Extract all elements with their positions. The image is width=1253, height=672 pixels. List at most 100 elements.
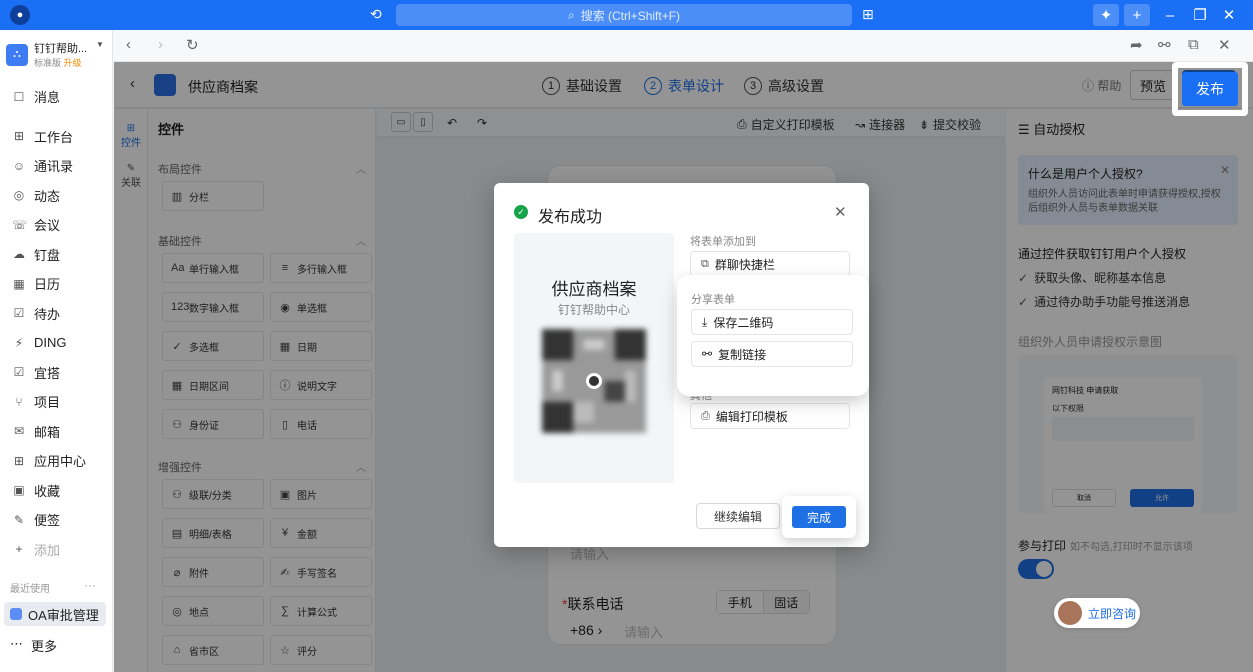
org-avatar: ⛬	[6, 43, 28, 66]
sidebar-item[interactable]: ✉ 邮箱	[0, 417, 113, 447]
qr-card: 供应商档案 钉钉帮助中心	[514, 233, 674, 483]
qr-form-name: 供应商档案	[551, 280, 637, 299]
shortcut-icon: ⧉	[701, 257, 709, 270]
sidebar-item-label: DING	[34, 335, 67, 351]
close-window-icon[interactable]: ✕	[1216, 4, 1242, 26]
sidebar-item[interactable]: ⊞ 应用中心	[0, 446, 113, 476]
favorite-icon: ▣	[13, 483, 25, 498]
more-label: 更多	[31, 639, 58, 654]
ellipsis-icon: ⋯	[10, 636, 23, 651]
minimize-icon[interactable]: –	[1157, 4, 1183, 26]
download-icon: ⤓	[702, 314, 708, 329]
agent-avatar	[1058, 601, 1082, 625]
oa-app-icon	[10, 608, 22, 620]
qr-org-name: 钉钉帮助中心	[557, 303, 630, 317]
consult-button[interactable]: 立即咨询	[1054, 598, 1140, 628]
done-highlight: 完成	[782, 496, 856, 538]
org-name: 钉钉帮助...	[34, 43, 88, 55]
grid-icon: ⊞	[13, 129, 25, 144]
edit-print-template-button[interactable]: ⎙ 编辑打印模板	[690, 403, 850, 429]
sidebar-item-label: 动态	[34, 188, 61, 204]
sidebar-item[interactable]: ☑ 待办	[0, 299, 113, 329]
dingtalk-logo-icon: ●	[10, 5, 30, 25]
sidebar-nav: ☐ 消息 ⊞ 工作台 ☺ 通讯录 ◎ 动态 ☏ 会议 ☁ 钉盘 ▦ 日历 ☑ 待办 ⚡ DING ☑ 宜搭 ⑂ 项目 ✉ 邮箱…	[0, 82, 113, 564]
done-button[interactable]: 完成	[792, 506, 846, 528]
caret-down-icon: ▼	[96, 40, 104, 49]
sidebar-item-label: 应用中心	[34, 454, 87, 470]
browser-toolbar: ‹ › ↻ ➦ ⚯ ⧉ ✕	[114, 30, 1253, 62]
share-form-section: 分享表单 ⤓ 保存二维码 ⚯ 复制链接	[679, 277, 867, 394]
org-edition: 标准版	[34, 58, 62, 68]
dialog-title: 发布成功	[538, 209, 603, 226]
save-qr-button[interactable]: ⤓ 保存二维码	[691, 309, 853, 335]
sidebar-item-label: 消息	[34, 90, 61, 106]
sidebar-item-label: 日历	[34, 277, 61, 293]
close-icon[interactable]: ✕	[834, 203, 847, 221]
link-icon[interactable]: ⚯	[1158, 36, 1171, 54]
sidebar-item-label: 邮箱	[34, 424, 61, 440]
forward-arrow-icon[interactable]: ›	[158, 36, 163, 53]
recent-app-oa[interactable]: OA审批管理	[4, 602, 106, 626]
share-label: 分享表单	[691, 294, 735, 306]
sidebar-item-label: 添加	[34, 542, 61, 558]
more-button[interactable]: ⋯ 更多	[10, 636, 57, 655]
magic-icon[interactable]: ✦	[1093, 4, 1119, 26]
refresh-icon[interactable]: ↻	[186, 36, 199, 54]
sidebar-item[interactable]: ⊞ 工作台	[0, 122, 113, 152]
sidebar-item-label: 收藏	[34, 483, 61, 499]
history-icon[interactable]: ⟲	[370, 6, 382, 23]
qr-logo	[586, 373, 602, 389]
copy-link-button[interactable]: ⚯ 复制链接	[691, 341, 853, 367]
global-search-input[interactable]: ⌕ 搜索 (Ctrl+Shift+F)	[396, 4, 852, 26]
continue-edit-button[interactable]: 继续编辑	[696, 503, 780, 529]
sidebar-item[interactable]: + 添加	[0, 535, 113, 565]
add-to-label: 将表单添加到	[690, 236, 756, 248]
sidebar-item-label: 项目	[34, 395, 61, 411]
new-window-icon[interactable]: ⧉	[1188, 36, 1199, 53]
sidebar-item[interactable]: ◎ 动态	[0, 181, 113, 211]
sidebar-item-label: 钉盘	[34, 247, 61, 263]
close-tab-icon[interactable]: ✕	[1218, 36, 1231, 54]
feed-icon: ◎	[13, 188, 25, 203]
sidebar-item[interactable]: ☐ 消息	[0, 82, 113, 112]
sidebar-item-label: 宜搭	[34, 365, 61, 381]
restore-icon[interactable]: ❐	[1187, 4, 1213, 26]
sidebar-item[interactable]: ▦ 日历	[0, 269, 113, 299]
drive-icon: ☁	[13, 247, 25, 262]
sidebar-item[interactable]: ☏ 会议	[0, 210, 113, 240]
apps-icon: ⊞	[13, 453, 25, 468]
sidebar-item[interactable]: ☑ 宜搭	[0, 358, 113, 388]
sidebar-item[interactable]: ▣ 收藏	[0, 476, 113, 506]
share-icon[interactable]: ➦	[1130, 36, 1143, 54]
more-dots-icon[interactable]: ···	[84, 578, 96, 592]
sidebar-item[interactable]: ✎ 便签	[0, 505, 113, 535]
calendar-icon: ▦	[13, 276, 25, 291]
note-icon: ✎	[13, 512, 25, 527]
sidebar-item-label: 工作台	[34, 129, 74, 145]
group-shortcut-button[interactable]: ⧉ 群聊快捷栏	[690, 251, 850, 277]
sidebar-item[interactable]: ⚡ DING	[0, 328, 113, 358]
recent-app-label: OA审批管理	[28, 607, 99, 623]
upgrade-link[interactable]: 升级	[64, 58, 82, 68]
yida-icon: ☑	[13, 365, 25, 380]
title-bar: ● ⟲ ⌕ 搜索 (Ctrl+Shift+F) ⊞ ✦ + – ❐ ✕	[0, 0, 1253, 30]
link-icon: ⚯	[702, 347, 713, 361]
sidebar-item-label: 会议	[34, 218, 61, 234]
sidebar-item[interactable]: ☁ 钉盘	[0, 240, 113, 270]
project-icon: ⑂	[15, 394, 23, 409]
search-icon: ⌕	[567, 7, 575, 22]
back-arrow-icon[interactable]: ‹	[126, 36, 131, 53]
search-placeholder: 搜索 (Ctrl+Shift+F)	[580, 8, 681, 23]
publish-button[interactable]: 发布	[1182, 72, 1238, 106]
success-check-icon: ✓	[514, 205, 528, 219]
message-icon: ☐	[13, 89, 25, 104]
sidebar-item[interactable]: ⑂ 项目	[0, 387, 113, 417]
sidebar-item-label: 通讯录	[34, 159, 74, 175]
sidebar-item-label: 便签	[34, 513, 61, 529]
sidebar-item[interactable]: ☺ 通讯录	[0, 151, 113, 181]
main-sidebar: ⛬ 钉钉帮助... 标准版 升级 ▼ ☐ 消息 ⊞ 工作台 ☺ 通讯录 ◎ 动态 ☏ 会议 ☁ 钉盘 ▦…	[0, 30, 113, 672]
add-icon[interactable]: +	[1124, 4, 1150, 26]
recent-label: 最近使用	[10, 584, 50, 595]
org-switcher[interactable]: ⛬ 钉钉帮助... 标准版 升级 ▼	[6, 40, 104, 69]
apps-grid-icon[interactable]: ⊞	[862, 6, 874, 23]
